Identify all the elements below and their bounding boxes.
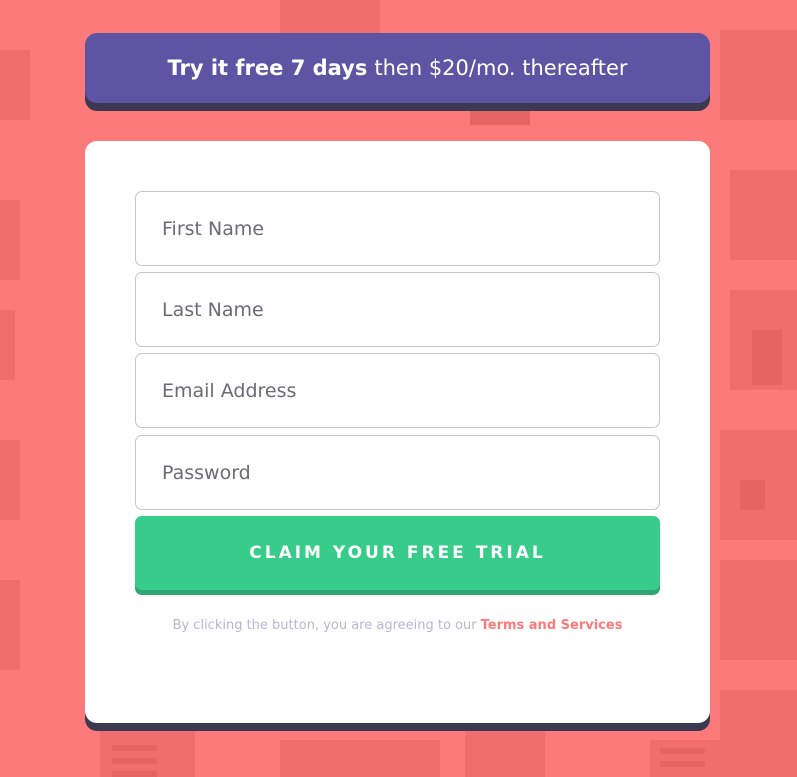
first-name-field[interactable]: First Name	[135, 191, 660, 266]
terms-link[interactable]: Terms and Services	[481, 618, 623, 633]
password-placeholder: Password	[162, 461, 251, 484]
promo-rest-text: then $20/mo. thereafter	[374, 56, 628, 80]
terms-notice: By clicking the button, you are agreeing…	[85, 618, 710, 633]
promo-bold-text: Try it free 7 days	[167, 56, 368, 80]
last-name-field[interactable]: Last Name	[135, 272, 660, 347]
claim-trial-button[interactable]: CLAIM YOUR FREE TRIAL	[135, 516, 660, 590]
email-field[interactable]: Email Address	[135, 353, 660, 428]
pricing-banner: Try it free 7 days then $20/mo. thereaft…	[85, 33, 710, 103]
signup-form-card: First Name Last Name Email Address Passw…	[85, 141, 710, 723]
first-name-placeholder: First Name	[162, 217, 265, 240]
claim-trial-label: CLAIM YOUR FREE TRIAL	[249, 543, 546, 563]
terms-text: By clicking the button, you are agreeing…	[172, 618, 477, 633]
password-field[interactable]: Password	[135, 435, 660, 510]
last-name-placeholder: Last Name	[162, 298, 264, 321]
email-placeholder: Email Address	[162, 379, 297, 402]
